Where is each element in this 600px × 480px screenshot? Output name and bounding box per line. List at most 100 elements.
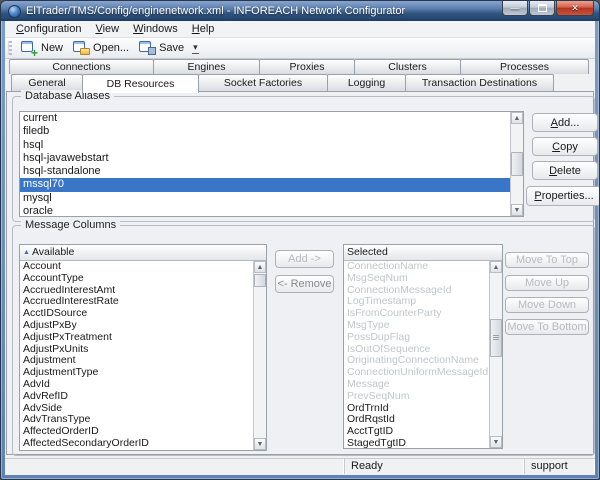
remove-column-button[interactable]: <- Remove bbox=[275, 275, 334, 293]
database-aliases-list[interactable]: currentfiledbhsqlhsql-javawebstarthsql-s… bbox=[19, 111, 524, 217]
database-aliases-scrollbar[interactable]: ▲ ▼ bbox=[510, 112, 523, 216]
move-down-button[interactable]: Move Down bbox=[505, 297, 589, 313]
close-icon: ✕ bbox=[571, 4, 579, 13]
maximize-icon bbox=[538, 4, 547, 12]
window-title: ElTrader/TMS/Config/enginenetwork.xml - … bbox=[26, 5, 405, 17]
status-user: support bbox=[525, 459, 595, 474]
menu-bar: Configuration View Windows Help bbox=[5, 21, 595, 38]
tab-clusters[interactable]: Clusters bbox=[354, 59, 461, 74]
title-bar[interactable]: ElTrader/TMS/Config/enginenetwork.xml - … bbox=[1, 1, 599, 21]
tab-transaction-destinations[interactable]: Transaction Destinations bbox=[405, 74, 554, 91]
close-button[interactable]: ✕ bbox=[556, 1, 594, 16]
selected-column-item-locked[interactable]: Message bbox=[344, 379, 489, 391]
scrollbar-thumb[interactable] bbox=[511, 152, 523, 176]
tab-socket-factories[interactable]: Socket Factories bbox=[198, 74, 328, 91]
available-list-scrollbar[interactable]: ▲ ▼ bbox=[253, 261, 266, 450]
database-aliases-group: Database Aliases currentfiledbhsqlhsql-j… bbox=[12, 96, 595, 222]
database-alias-item[interactable]: mysql bbox=[20, 192, 510, 205]
save-disk-icon bbox=[139, 41, 155, 55]
tab-row-upper: Connections Engines Proxies Clusters Pro… bbox=[5, 59, 588, 74]
properties-alias-button[interactable]: Properties... bbox=[526, 186, 600, 206]
tab-row-lower: General DB Resources Socket Factories Lo… bbox=[5, 74, 553, 91]
tab-engines[interactable]: Engines bbox=[153, 59, 260, 74]
database-alias-item[interactable]: hsql-standalone bbox=[20, 165, 510, 178]
available-column-item[interactable]: AdjustPxBy bbox=[20, 320, 253, 332]
db-resources-panel: Database Aliases currentfiledbhsqlhsql-j… bbox=[6, 91, 594, 455]
database-alias-item[interactable]: mssql70 bbox=[20, 178, 510, 191]
menu-configuration[interactable]: Configuration bbox=[9, 22, 88, 36]
available-column-item[interactable]: AdjustmentType bbox=[20, 367, 253, 379]
maximize-button[interactable] bbox=[529, 1, 555, 16]
save-button-label: Save bbox=[159, 42, 184, 54]
move-to-top-button[interactable]: Move To Top bbox=[505, 252, 589, 268]
scrollbar-thumb[interactable] bbox=[490, 319, 502, 357]
selected-locked-items: ConnectionNameMsgSeqNumConnectionMessage… bbox=[344, 261, 489, 403]
scroll-down-icon[interactable]: ▼ bbox=[490, 436, 502, 448]
available-header-label: Available bbox=[32, 245, 74, 260]
available-columns-list[interactable]: ▲ Available AccountAccountTypeAccruedInt… bbox=[19, 244, 267, 451]
app-globe-icon bbox=[8, 5, 21, 18]
move-to-bottom-button[interactable]: Move To Bottom bbox=[505, 319, 589, 335]
database-alias-item[interactable]: hsql bbox=[20, 139, 510, 152]
message-columns-group-title: Message Columns bbox=[21, 219, 120, 231]
toolbar: + New Open... Save ▾ bbox=[5, 38, 595, 59]
minimize-button[interactable]: — bbox=[502, 1, 528, 16]
available-column-item[interactable]: AffectedSecondaryOrderID bbox=[20, 438, 253, 450]
menu-windows[interactable]: Windows bbox=[126, 22, 185, 36]
scroll-down-icon[interactable]: ▼ bbox=[254, 438, 266, 450]
menu-view[interactable]: View bbox=[88, 22, 126, 36]
selected-column-header[interactable]: Selected bbox=[344, 245, 502, 261]
open-button[interactable]: Open... bbox=[69, 40, 135, 56]
available-column-item[interactable]: AdjustPxTreatment bbox=[20, 332, 253, 344]
add-alias-button[interactable]: Add... bbox=[532, 113, 598, 132]
scroll-up-icon[interactable]: ▲ bbox=[254, 261, 266, 273]
toolbar-grip-handle[interactable] bbox=[8, 41, 12, 55]
status-message: Ready bbox=[345, 459, 525, 474]
available-list-items: AccountAccountTypeAccruedInterestAmtAccr… bbox=[20, 261, 253, 450]
selected-header-label: Selected bbox=[347, 245, 388, 260]
selected-normal-items: OrdTrnIdOrdRqstIdAcctTgtIDStagedTgtIDClO… bbox=[344, 403, 489, 448]
database-alias-item[interactable]: current bbox=[20, 112, 510, 125]
scrollbar-thumb[interactable] bbox=[254, 274, 266, 287]
menu-help[interactable]: Help bbox=[185, 22, 222, 36]
available-column-item[interactable]: AdvId bbox=[20, 379, 253, 391]
new-button[interactable]: + New bbox=[17, 40, 69, 56]
selected-column-item-locked[interactable]: PossDupFlag bbox=[344, 332, 489, 344]
save-button[interactable]: Save bbox=[135, 40, 190, 56]
delete-alias-button[interactable]: Delete bbox=[532, 161, 598, 180]
status-bar: Ready support bbox=[5, 458, 595, 474]
available-column-header[interactable]: ▲ Available bbox=[20, 245, 266, 261]
available-column-item[interactable]: AccountType bbox=[20, 273, 253, 285]
scroll-up-icon[interactable]: ▲ bbox=[511, 112, 523, 124]
client-area: Configuration View Windows Help + New Op… bbox=[5, 21, 595, 475]
tab-general[interactable]: General bbox=[11, 74, 83, 91]
tab-connections[interactable]: Connections bbox=[9, 59, 154, 74]
database-alias-item[interactable]: filedb bbox=[20, 125, 510, 138]
scroll-down-icon[interactable]: ▼ bbox=[511, 204, 523, 216]
selected-columns-list[interactable]: Selected ConnectionNameMsgSeqNumConnecti… bbox=[343, 244, 503, 449]
app-window: ElTrader/TMS/Config/enginenetwork.xml - … bbox=[0, 0, 600, 480]
minimize-icon: — bbox=[511, 4, 520, 13]
tab-db-resources[interactable]: DB Resources bbox=[82, 74, 199, 93]
scroll-up-icon[interactable]: ▲ bbox=[490, 261, 502, 273]
selected-column-item[interactable]: StagedTgtID bbox=[344, 438, 489, 448]
selected-column-item-locked[interactable]: PrevSeqNum bbox=[344, 391, 489, 403]
new-button-label: New bbox=[41, 42, 63, 54]
selected-column-item-locked[interactable]: MsgType bbox=[344, 320, 489, 332]
tab-logging[interactable]: Logging bbox=[327, 74, 406, 91]
available-column-item[interactable]: AdvRefID bbox=[20, 391, 253, 403]
move-up-button[interactable]: Move Up bbox=[505, 275, 589, 291]
copy-alias-button[interactable]: Copy bbox=[532, 137, 598, 156]
selected-list-scrollbar[interactable]: ▲ ▼ bbox=[489, 261, 502, 448]
add-column-button[interactable]: Add -> bbox=[275, 250, 334, 268]
database-alias-item[interactable]: hsql-javawebstart bbox=[20, 152, 510, 165]
tab-proxies[interactable]: Proxies bbox=[259, 59, 355, 74]
selected-column-item-locked[interactable]: MsgSeqNum bbox=[344, 273, 489, 285]
open-folder-icon bbox=[73, 41, 89, 55]
message-columns-group: Message Columns ▲ Available AccountAccou… bbox=[12, 225, 595, 456]
tab-processes[interactable]: Processes bbox=[460, 59, 589, 74]
database-alias-item[interactable]: oracle bbox=[20, 205, 510, 216]
toolbar-overflow-icon[interactable]: ▾ bbox=[192, 43, 199, 54]
database-aliases-list-items: currentfiledbhsqlhsql-javawebstarthsql-s… bbox=[20, 112, 510, 216]
open-button-label: Open... bbox=[93, 42, 129, 54]
